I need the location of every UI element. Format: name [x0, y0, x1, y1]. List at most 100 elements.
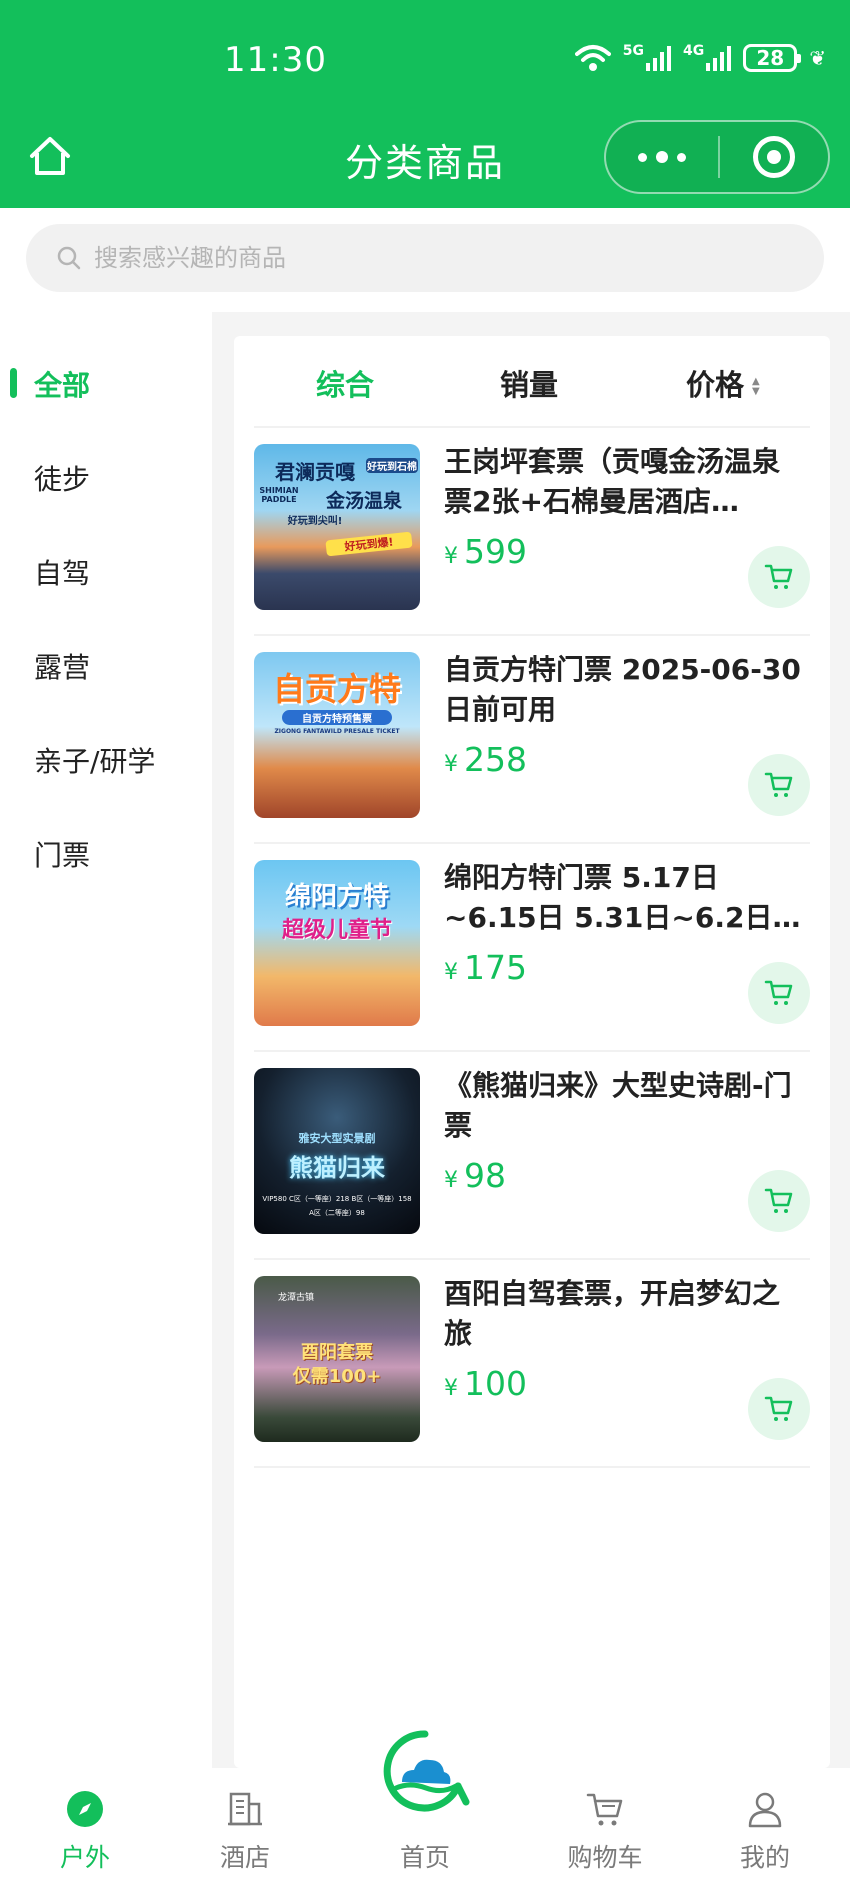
- mini-program-capsule: [604, 120, 830, 194]
- cart-icon: [764, 772, 793, 797]
- product-price: ¥599: [444, 532, 527, 571]
- tab-label: 首页: [399, 1843, 450, 1872]
- add-to-cart-button[interactable]: [748, 962, 810, 1024]
- search-section: [0, 208, 850, 312]
- status-time: 11:30: [224, 40, 327, 80]
- add-to-cart-button[interactable]: [748, 1378, 810, 1440]
- tab-outdoor[interactable]: 户外: [0, 1768, 170, 1888]
- net-label-5g: 5G: [622, 43, 644, 59]
- thumb-text: 雅安大型实景剧: [298, 1132, 376, 1145]
- signal-bars-icon: [646, 45, 671, 71]
- building-icon: [228, 1792, 262, 1826]
- product-title[interactable]: 王岗坪套票（贡嘎金汤温泉票2张+石棉曼居酒店…: [444, 442, 804, 522]
- cart-icon: [764, 564, 793, 589]
- sort-arrows-icon: ▲ ▼: [752, 376, 760, 397]
- signal-bars-icon: [706, 45, 732, 71]
- sort-price[interactable]: 价格 ▲ ▼: [686, 362, 760, 404]
- net-label-4g: 4G: [683, 43, 705, 59]
- thumb-text: 好玩到尖叫!: [287, 516, 343, 527]
- price-value: 599: [464, 532, 527, 571]
- tab-mine[interactable]: 我的: [680, 1768, 850, 1888]
- battery-icon: 28: [743, 44, 802, 72]
- thumb-text: 金汤温泉: [325, 490, 402, 512]
- bottom-tab-bar: 户外 酒店 首页 购物车 我的: [0, 1729, 850, 1888]
- dot-icon: [656, 151, 668, 163]
- add-to-cart-button[interactable]: [748, 754, 810, 816]
- category-hiking[interactable]: 徒步: [34, 458, 90, 498]
- compass-icon: [67, 1791, 103, 1827]
- product-thumbnail: 绵阳方特 超级儿童节: [254, 860, 420, 1026]
- product-price: ¥258: [444, 740, 527, 779]
- category-self-drive[interactable]: 自驾: [34, 552, 90, 592]
- more-button[interactable]: [606, 122, 718, 192]
- wifi-icon: [574, 45, 611, 71]
- product-thumbnail: 自贡方特 自贡方特预售票 ZIGONG FANTAWILD PRESALE TI…: [254, 652, 420, 818]
- tab-label: 购物车: [567, 1843, 643, 1872]
- product-item[interactable]: 绵阳方特 超级儿童节 绵阳方特门票 5.17日~6.15日 5.31日~6.2日…: [254, 844, 810, 1052]
- price-value: 98: [464, 1156, 506, 1195]
- product-title[interactable]: 《熊猫归来》大型史诗剧-门票: [444, 1066, 804, 1146]
- brand-logo-icon: [383, 1729, 470, 1813]
- product-title[interactable]: 自贡方特门票 2025-06-30日前可用: [444, 650, 804, 730]
- product-panel: 综合 销量 价格 ▲ ▼ 君澜贡嘎 好玩到石棉 SHIMIAN PADDLE 金汤温…: [234, 336, 830, 1768]
- product-price: ¥100: [444, 1364, 527, 1403]
- price-value: 175: [464, 948, 527, 987]
- currency-symbol: ¥: [444, 1376, 458, 1401]
- tab-label: 户外: [59, 1843, 110, 1872]
- active-indicator: [10, 368, 17, 398]
- signal-4g: 4G: [683, 43, 732, 71]
- currency-symbol: ¥: [444, 752, 458, 777]
- product-thumbnail: 君澜贡嘎 好玩到石棉 SHIMIAN PADDLE 金汤温泉 好玩到尖叫! 好玩…: [254, 444, 420, 610]
- dot-icon: [638, 152, 647, 162]
- thumb-text: 君澜贡嘎: [275, 460, 355, 484]
- product-thumbnail: 龙潭古镇 酉阳套票 仅需100+: [254, 1276, 420, 1442]
- thumb-text: 龙潭古镇: [277, 1293, 314, 1303]
- user-icon: [748, 1792, 782, 1828]
- currency-symbol: ¥: [444, 1168, 458, 1193]
- sort-comprehensive[interactable]: 综合: [316, 362, 374, 404]
- tab-home[interactable]: 首页: [340, 1729, 510, 1888]
- product-price: ¥175: [444, 948, 527, 987]
- thumb-text: 自贡方特: [272, 670, 401, 708]
- price-value: 100: [464, 1364, 527, 1403]
- product-item[interactable]: 雅安大型实景剧 熊猫归来 VIP580 C区（一等座）218 B区（一等座）15…: [254, 1052, 810, 1260]
- category-tickets[interactable]: 门票: [34, 834, 90, 874]
- battery-level: 28: [756, 46, 785, 70]
- search-bar[interactable]: [26, 224, 824, 292]
- sort-sales[interactable]: 销量: [500, 362, 558, 404]
- close-mini-program-button[interactable]: [720, 136, 828, 178]
- status-icons: 5G 4G 28 ❦: [574, 43, 826, 72]
- category-camping[interactable]: 露营: [34, 646, 90, 686]
- thumb-text: 酉阳套票: [301, 1342, 373, 1363]
- add-to-cart-button[interactable]: [748, 546, 810, 608]
- thumb-text: 绵阳方特: [284, 882, 389, 912]
- tab-cart[interactable]: 购物车: [520, 1768, 690, 1888]
- thumb-text: A区（二等座）98: [309, 1209, 365, 1217]
- tab-hotel[interactable]: 酒店: [160, 1768, 330, 1888]
- cart-icon: [764, 1188, 793, 1213]
- price-value: 258: [464, 740, 527, 779]
- category-family-study[interactable]: 亲子/研学: [34, 740, 155, 780]
- signal-5g: 5G: [622, 43, 671, 71]
- cart-icon: [764, 1396, 793, 1421]
- product-item[interactable]: 君澜贡嘎 好玩到石棉 SHIMIAN PADDLE 金汤温泉 好玩到尖叫! 好玩…: [254, 428, 810, 636]
- product-item[interactable]: 龙潭古镇 酉阳套票 仅需100+ 酉阳自驾套票，开启梦幻之旅 ¥100: [254, 1260, 810, 1468]
- product-title[interactable]: 酉阳自驾套票，开启梦幻之旅: [444, 1274, 804, 1354]
- product-price: ¥98: [444, 1156, 506, 1195]
- thumb-text: 熊猫归来: [289, 1154, 385, 1182]
- cart-icon: [764, 980, 793, 1005]
- thumb-text: ZIGONG FANTAWILD PRESALE TICKET: [274, 728, 400, 735]
- thumb-text: 自贡方特预售票: [282, 710, 392, 725]
- sort-bar: 综合 销量 价格 ▲ ▼: [234, 336, 830, 426]
- category-all[interactable]: 全部: [34, 364, 90, 404]
- sort-price-label: 价格: [686, 368, 745, 402]
- thumb-text: VIP580 C区（一等座）218 B区（一等座）158: [262, 1195, 412, 1203]
- thumb-text: 超级儿童节: [281, 918, 392, 943]
- search-input[interactable]: [94, 244, 694, 272]
- currency-symbol: ¥: [444, 960, 458, 985]
- product-title[interactable]: 绵阳方特门票 5.17日~6.15日 5.31日~6.2日 …: [444, 858, 804, 938]
- add-to-cart-button[interactable]: [748, 1170, 810, 1232]
- product-item[interactable]: 自贡方特 自贡方特预售票 ZIGONG FANTAWILD PRESALE TI…: [254, 636, 810, 844]
- tab-label: 酒店: [219, 1843, 270, 1872]
- thumb-text: 仅需100+: [292, 1366, 382, 1387]
